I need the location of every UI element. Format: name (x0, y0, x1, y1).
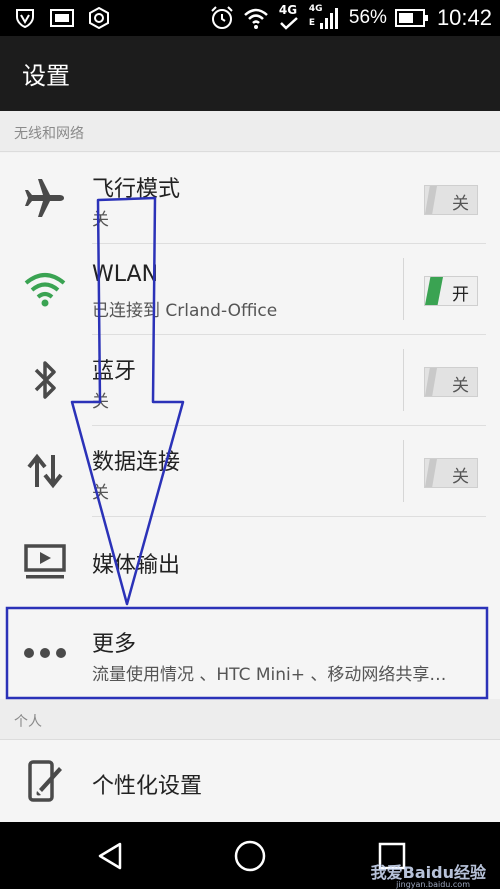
section-header-personal: 个人 (0, 699, 500, 740)
battery-percent: 56% (348, 7, 387, 28)
setting-row-bluetooth[interactable]: 蓝牙 关 关 (0, 335, 500, 426)
data-toggle[interactable]: 关 (424, 458, 478, 488)
personalize-icon (22, 758, 68, 804)
section-header-label: 无线和网络 (14, 126, 84, 142)
setting-title: 个性化设置 (92, 774, 203, 799)
page-title: 设置 (22, 62, 70, 90)
wifi-icon (22, 266, 68, 312)
wlan-toggle[interactable]: 开 (424, 276, 478, 306)
toggle-separator (403, 258, 404, 320)
toggle-separator (403, 349, 404, 411)
airplane-toggle[interactable]: 关 (424, 185, 478, 215)
more-dots-icon (22, 630, 68, 676)
vpn-shield-icon (16, 9, 34, 29)
home-circle-icon (234, 840, 266, 872)
toggle-label: 开 (452, 285, 469, 305)
settings-list: 飞行模式 关 关 WLAN 已连接到 Crland-Office 开 蓝牙 关 … (0, 153, 500, 699)
setting-row-more[interactable]: 更多 流量使用情况 、HTC Mini+ 、移动网络共享… (0, 608, 500, 699)
setting-row-data[interactable]: 数据连接 关 关 (0, 426, 500, 517)
setting-subtitle: 关 (92, 483, 109, 503)
setting-title: 飞行模式 (92, 177, 181, 202)
toggle-separator (403, 440, 404, 502)
toggle-label: 关 (452, 194, 469, 214)
airplane-icon (22, 175, 68, 221)
media-output-icon (22, 539, 68, 585)
signal-indicator: 4G E (309, 4, 341, 32)
setting-subtitle: 流量使用情况 、HTC Mini+ 、移动网络共享… (92, 665, 447, 685)
setting-row-airplane[interactable]: 飞行模式 关 关 (0, 153, 500, 244)
setting-title: 蓝牙 (92, 359, 137, 384)
setting-title: 数据连接 (92, 450, 181, 475)
setting-row-media-output[interactable]: 媒体输出 (0, 517, 500, 608)
section-header-wireless: 无线和网络 (0, 111, 500, 152)
network-type-label: 4G (278, 3, 298, 17)
toggle-slash (425, 459, 437, 487)
setting-row-personalize[interactable]: 个性化设置 (0, 740, 500, 822)
image-notification-icon (50, 9, 74, 27)
setting-subtitle: 关 (92, 210, 109, 230)
back-triangle-icon (98, 842, 122, 870)
section-header-label: 个人 (14, 714, 42, 730)
home-button[interactable] (230, 838, 270, 874)
setting-title: 媒体输出 (92, 553, 181, 578)
network-4g-indicator: 4G (277, 3, 301, 32)
toggle-label: 关 (452, 467, 469, 487)
toggle-slash (425, 186, 437, 214)
setting-subtitle: 关 (92, 392, 109, 412)
setting-row-wlan[interactable]: WLAN 已连接到 Crland-Office 开 (0, 244, 500, 335)
personal-list: 个性化设置 (0, 740, 500, 822)
baidu-watermark-url: jingyan.baidu.com (396, 880, 470, 889)
signal-e-label: E (308, 18, 316, 28)
setting-subtitle: 已连接到 Crland-Office (92, 301, 278, 321)
signal-bars-icon (319, 8, 338, 29)
toggle-slash (425, 368, 437, 396)
toggle-slash (425, 277, 443, 305)
settings-gear-icon (89, 7, 109, 29)
clock-time: 10:42 (436, 5, 492, 30)
toggle-label: 关 (452, 376, 469, 396)
battery-icon (394, 9, 428, 27)
setting-title: 更多 (92, 632, 137, 657)
alarm-icon (211, 6, 233, 29)
setting-title: WLAN (92, 262, 159, 287)
bluetooth-toggle[interactable]: 关 (424, 367, 478, 397)
checkmark-icon (280, 17, 298, 30)
wifi-status-icon (244, 8, 268, 29)
back-button[interactable] (90, 838, 130, 874)
bottom-navigation-bar: 我爱Baidu经验 jingyan.baidu.com (0, 822, 500, 889)
data-arrows-icon (22, 448, 68, 494)
bluetooth-icon (22, 357, 68, 403)
status-bar: 4G 4G E 56% 10:42 (0, 0, 500, 36)
app-bar: 设置 (0, 36, 500, 111)
